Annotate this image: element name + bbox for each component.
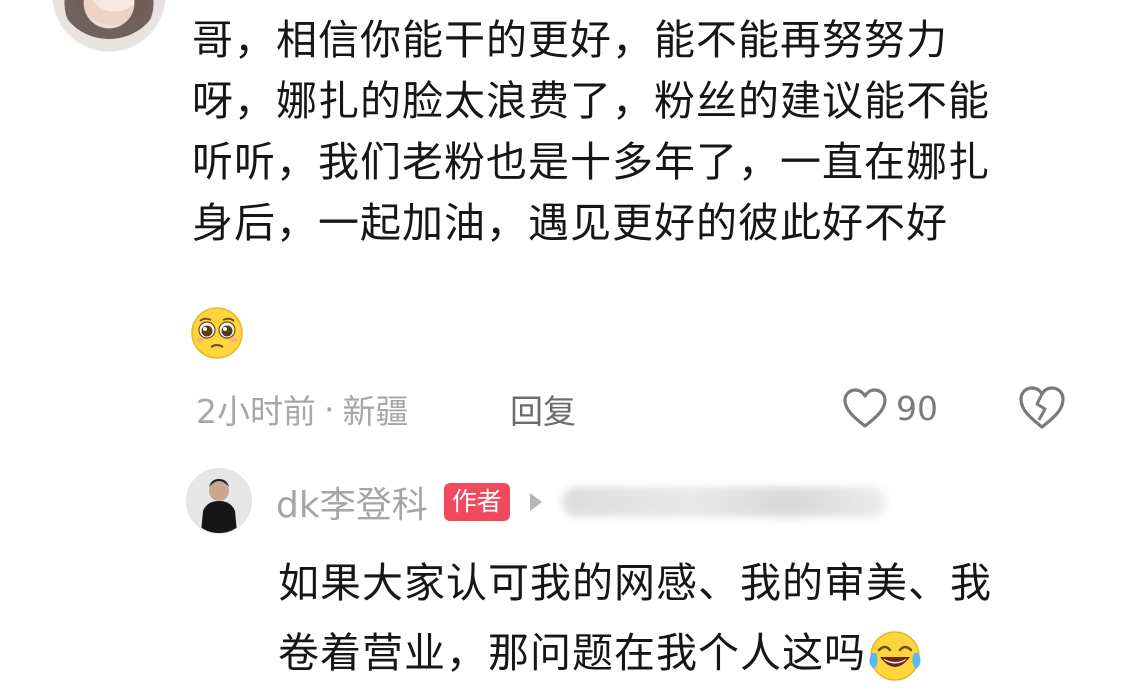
heart-icon xyxy=(843,388,887,428)
person-photo xyxy=(187,469,251,533)
reply-line-wrap: 卷着营业，那问题在我个人这吗 xyxy=(278,618,1078,688)
comment-time: 2小时前 xyxy=(196,392,316,431)
reply-author-name[interactable]: dk李登科 xyxy=(276,476,428,528)
commenter-avatar[interactable] xyxy=(52,0,166,52)
comment-thread: 哥，相信你能干的更好，能不能再努努力 呀，娜扎的脸太浪费了，粉丝的建议能不能 听… xyxy=(0,0,1130,694)
blurred-reply-target xyxy=(561,487,886,517)
reply-author-avatar[interactable] xyxy=(186,468,252,534)
like-button[interactable]: 90 xyxy=(842,382,938,434)
laughing-tears-face-icon xyxy=(869,631,921,681)
reply-line: 卷着营业，那问题在我个人这吗 xyxy=(278,629,866,677)
comment-line: 听听，我们老粉也是十多年了，一直在娜扎 xyxy=(192,138,990,186)
reply-body: 如果大家认可我的网感、我的审美、我 卷着营业，那问题在我个人这吗 xyxy=(278,548,1078,688)
comment-line: 呀，娜扎的脸太浪费了，粉丝的建议能不能 xyxy=(192,77,990,125)
like-count: 90 xyxy=(896,388,938,428)
reply-line: 如果大家认可我的网感、我的审美、我 xyxy=(278,559,992,607)
comment-line: 哥，相信你能干的更好，能不能再努努力 xyxy=(192,16,948,64)
comment-meta: 2小时前 · 新疆 xyxy=(196,384,409,434)
reply-button[interactable]: 回复 xyxy=(510,384,576,434)
comment-location: 新疆 xyxy=(342,392,409,431)
broken-heart-icon[interactable] xyxy=(1016,382,1068,434)
author-badge: 作者 xyxy=(443,483,510,521)
pleading-face-icon xyxy=(191,307,243,359)
meta-separator: · xyxy=(324,389,335,429)
reply-header: dk李登科 作者 xyxy=(276,476,886,528)
comment-body: 哥，相信你能干的更好，能不能再努努力 呀，娜扎的脸太浪费了，粉丝的建议能不能 听… xyxy=(192,10,1092,254)
comment-line: 身后，一起加油，遇见更好的彼此好不好 xyxy=(192,199,948,247)
reply-to-arrow-icon xyxy=(529,493,542,511)
